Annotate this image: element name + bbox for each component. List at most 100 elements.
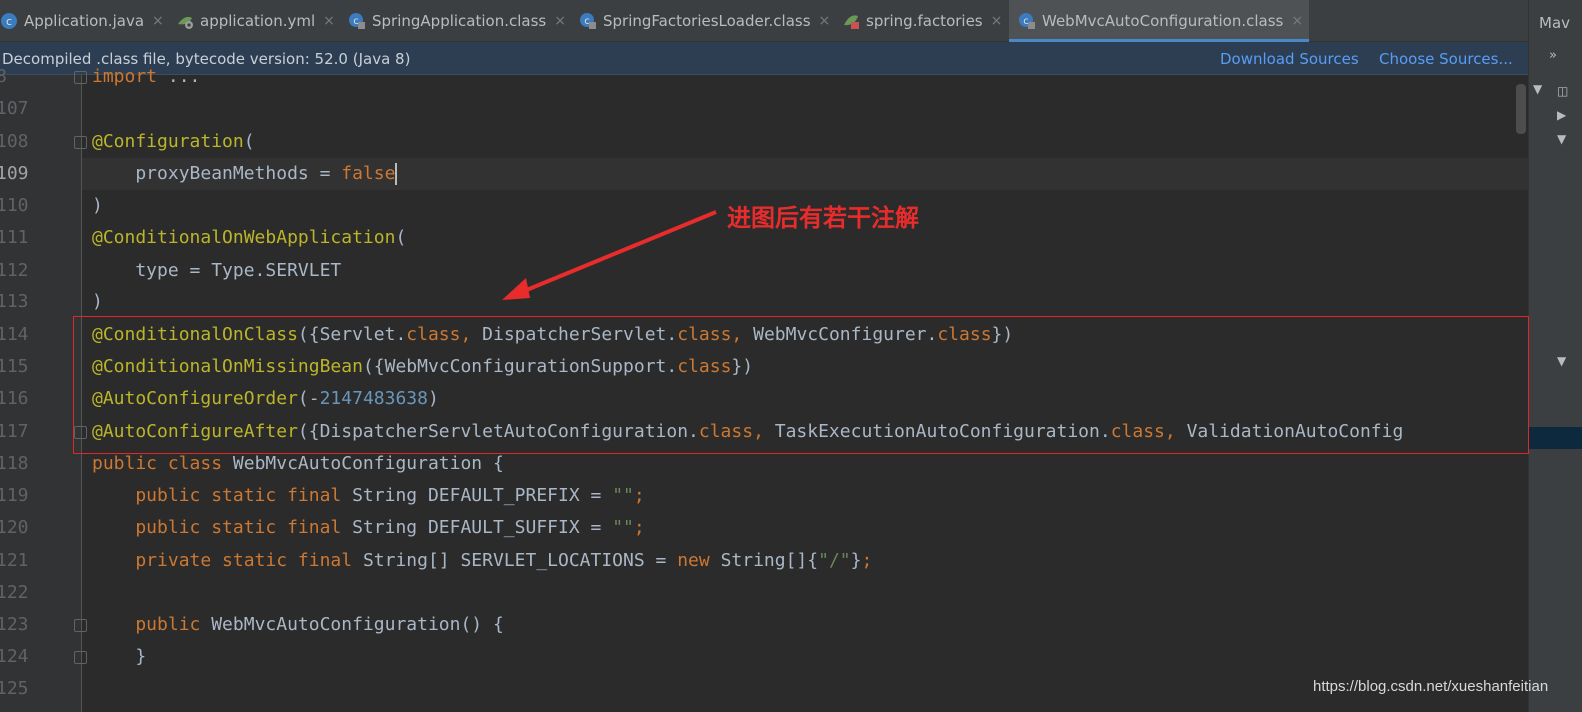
line-number: 125: [0, 678, 29, 699]
code-token: public class: [92, 453, 233, 474]
code-token: "": [612, 517, 634, 538]
line-number: 111: [0, 227, 29, 248]
tab-webmvc-auto-configuration-class[interactable]: c WebMvcAutoConfiguration.class ×: [1009, 0, 1309, 42]
line-number: 118: [0, 453, 29, 474]
code-text: @ConditionalOnWebApplication(: [92, 222, 406, 254]
line-number: 123: [0, 614, 29, 635]
code-line[interactable]: 112 type = Type.SERVLET: [0, 255, 1582, 287]
code-token: }: [92, 646, 147, 667]
tab-label: spring.factories: [866, 12, 983, 30]
fold-marker-icon[interactable]: [74, 136, 87, 149]
code-line[interactable]: 123 public WebMvcAutoConfiguration() {: [0, 609, 1582, 641]
code-token: (: [395, 227, 407, 248]
watermark-url: https://blog.csdn.net/xueshanfeitian: [1313, 678, 1549, 695]
tab-application-java[interactable]: c Application.java ×: [0, 0, 164, 42]
code-line[interactable]: 119 public static final String DEFAULT_P…: [0, 480, 1582, 512]
class-file-icon: c: [348, 12, 366, 30]
code-line[interactable]: 120 public static final String DEFAULT_S…: [0, 512, 1582, 544]
fold-marker-icon[interactable]: [74, 651, 87, 664]
class-file-icon: c: [1018, 12, 1036, 30]
line-number: 116: [0, 388, 29, 409]
close-icon[interactable]: ×: [991, 13, 1003, 29]
code-token: public static final: [92, 485, 353, 506]
line-number: 108: [0, 131, 29, 152]
tab-application-yml[interactable]: application.yml ×: [176, 0, 335, 42]
code-token: new: [677, 550, 721, 571]
svg-text:c: c: [353, 16, 359, 27]
code-line[interactable]: 113): [0, 286, 1582, 318]
text-caret: [395, 163, 398, 185]
code-line[interactable]: 124 }: [0, 641, 1582, 673]
code-token: @ConditionalOnWebApplication: [92, 227, 396, 248]
code-token: ;: [861, 550, 873, 571]
close-icon[interactable]: ×: [152, 13, 164, 29]
line-number: 112: [0, 260, 29, 281]
code-line[interactable]: 109 proxyBeanMethods = false: [0, 158, 1582, 190]
java-class-icon: c: [0, 12, 18, 30]
highlight-box: [73, 316, 1529, 454]
class-file-icon: c: [579, 12, 597, 30]
close-icon[interactable]: ×: [1291, 13, 1303, 29]
code-text: }: [92, 641, 146, 673]
code-text: @Configuration(: [92, 126, 255, 158]
code-line[interactable]: 107: [0, 93, 1582, 125]
code-text: proxyBeanMethods = false: [92, 158, 398, 190]
code-text: public static final String DEFAULT_PREFI…: [92, 480, 644, 512]
tab-label: application.yml: [200, 12, 316, 30]
code-text: ): [92, 190, 103, 222]
code-line[interactable]: 122: [0, 577, 1582, 609]
line-number: 124: [0, 646, 29, 667]
line-number: 122: [0, 582, 29, 603]
code-token: "": [612, 485, 634, 506]
close-icon[interactable]: ×: [554, 13, 566, 29]
svg-text:c: c: [584, 16, 590, 27]
line-number: 117: [0, 421, 29, 442]
close-icon[interactable]: ×: [323, 13, 335, 29]
code-token: public static final: [92, 517, 353, 538]
editor-tab-bar: c Application.java × application.yml × c…: [0, 0, 1528, 42]
tab-spring-factories-loader-class[interactable]: c SpringFactoriesLoader.class ×: [579, 0, 830, 42]
code-token: ): [92, 195, 103, 216]
tab-label: SpringApplication.class: [372, 12, 547, 30]
close-icon[interactable]: ×: [819, 13, 831, 29]
code-token: ...: [167, 66, 201, 87]
fold-marker-icon[interactable]: [74, 619, 87, 632]
line-number: 114: [0, 324, 29, 345]
code-token: }: [850, 550, 862, 571]
code-token: false: [341, 163, 396, 184]
code-token: WebMvcAutoConfiguration {: [232, 453, 504, 474]
line-number: 121: [0, 550, 29, 571]
line-number: 109: [0, 163, 29, 184]
line-number: 119: [0, 485, 29, 506]
fold-marker-icon[interactable]: [74, 71, 87, 84]
line-number: 110: [0, 195, 29, 216]
tab-label: Application.java: [24, 12, 145, 30]
code-token: ;: [633, 517, 645, 538]
code-token: String DEFAULT_SUFFIX =: [352, 517, 613, 538]
code-text: public WebMvcAutoConfiguration() {: [92, 609, 504, 641]
code-token: String[] SERVLET_LOCATIONS =: [362, 550, 678, 571]
svg-text:c: c: [1023, 16, 1029, 27]
code-token: ): [92, 291, 103, 312]
code-token: public: [92, 614, 212, 635]
code-line[interactable]: 8 import ...: [0, 61, 1582, 93]
tab-label: SpringFactoriesLoader.class: [603, 12, 811, 30]
code-token: WebMvcAutoConfiguration() {: [211, 614, 504, 635]
svg-text:c: c: [6, 15, 12, 28]
code-token: type = Type.SERVLET: [92, 260, 342, 281]
code-text: public static final String DEFAULT_SUFFI…: [92, 512, 645, 544]
tab-spring-factories[interactable]: spring.factories ×: [842, 0, 1002, 42]
code-token: @Configuration: [92, 131, 244, 152]
code-line[interactable]: 108 @Configuration(: [0, 126, 1582, 158]
code-token: (: [243, 131, 255, 152]
line-number: 113: [0, 291, 29, 312]
maven-panel-label[interactable]: Mav: [1539, 14, 1570, 32]
annotation-label: 进图后有若干注解: [727, 204, 919, 232]
line-number: 8: [0, 66, 7, 87]
tab-spring-application-class[interactable]: c SpringApplication.class ×: [348, 0, 566, 42]
line-number: 115: [0, 356, 29, 377]
code-line[interactable]: 121 private static final String[] SERVLE…: [0, 545, 1582, 577]
tab-label: WebMvcAutoConfiguration.class: [1042, 12, 1284, 30]
code-token: String[]{: [720, 550, 819, 571]
